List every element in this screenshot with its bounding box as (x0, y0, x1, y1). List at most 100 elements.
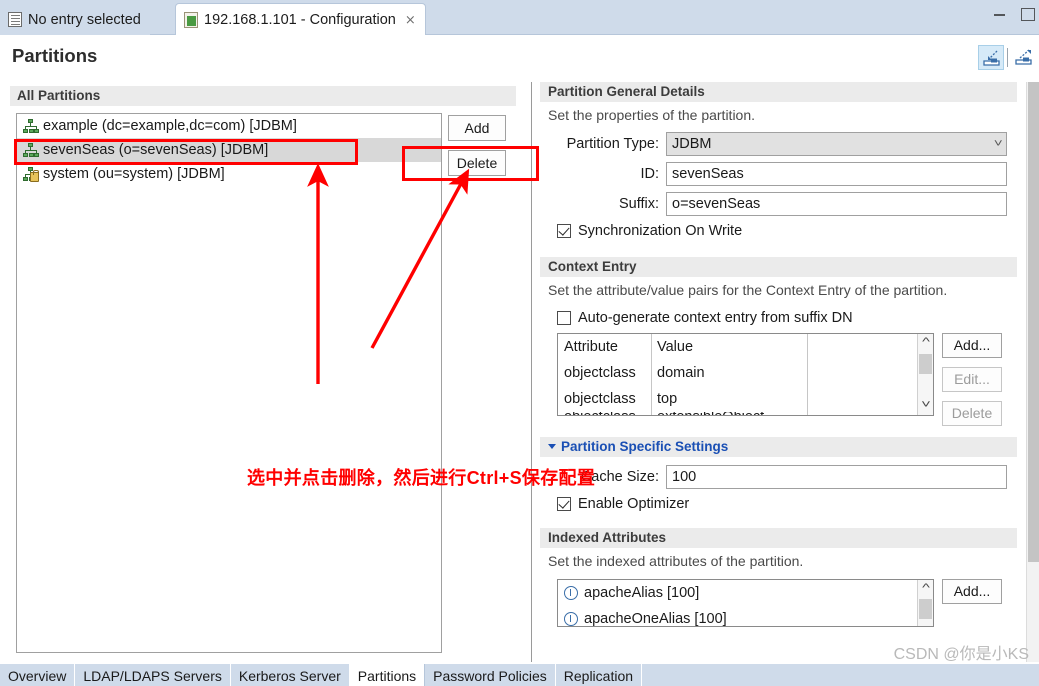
scroll-up-icon[interactable]: ^ (914, 581, 933, 596)
partition-type-value: JDBM (672, 135, 712, 152)
list-item[interactable]: system (ou=system) [JDBM] (17, 162, 441, 186)
page-scrollbar[interactable] (1026, 82, 1039, 662)
cell-attribute: objectclass (558, 412, 651, 415)
chevron-down-icon: ˅ (993, 137, 1003, 150)
list-item[interactable]: apacheOneAlias [100] (558, 606, 933, 627)
bottom-tab-partitions[interactable]: Partitions (349, 664, 426, 686)
page-header: Partitions (0, 35, 1039, 81)
sync-on-write-label: Synchronization On Write (578, 222, 743, 239)
general-details-header: Partition General Details (540, 82, 1017, 102)
bottom-tab-bar: Overview LDAP/LDAPS Servers Kerberos Ser… (0, 664, 1039, 686)
autogen-context-checkbox[interactable] (557, 310, 571, 325)
maximize-view-icon[interactable] (1011, 45, 1037, 70)
scrollbar-thumb[interactable] (919, 598, 932, 619)
list-item-label: sevenSeas (o=sevenSeas) [JDBM] (43, 142, 269, 158)
context-entry-header: Context Entry (540, 256, 1017, 277)
context-edit-button: Edit... (942, 366, 1002, 392)
list-item-label: apacheOneAlias [100] (584, 610, 727, 627)
list-item-label: example (dc=example,dc=com) [JDBM] (43, 118, 297, 134)
context-entry-area: Attribute Value objectclass domain objec… (557, 332, 1027, 426)
minimize-view-icon[interactable] (978, 44, 1004, 70)
index-icon (564, 585, 578, 600)
list-item[interactable]: sevenSeas (o=sevenSeas) [JDBM] (17, 138, 441, 162)
enable-optimizer-checkbox[interactable] (557, 496, 571, 511)
close-icon[interactable]: ⨯ (405, 13, 416, 26)
enable-optimizer-row[interactable]: Enable Optimizer (540, 496, 1027, 512)
cell-attribute: objectclass (564, 364, 636, 381)
list-item-label: apacheAlias [100] (584, 584, 700, 601)
chevron-down-icon (548, 444, 556, 450)
cell-value: extensibleObject (651, 412, 933, 415)
table-row[interactable]: objectclass top (558, 386, 933, 412)
autogen-context-label: Auto-generate context entry from suffix … (578, 309, 853, 326)
cache-size-row: Cache Size: 100 (540, 464, 1027, 489)
partition-specific-settings-link[interactable]: Partition Specific Settings (561, 439, 728, 454)
partition-type-row: Partition Type: JDBM ˅ (540, 131, 1027, 156)
watermark: CSDN @你是小KS (893, 646, 1029, 663)
index-add-button[interactable]: Add... (942, 578, 1002, 604)
context-add-button[interactable]: Add... (942, 332, 1002, 358)
index-icon (564, 611, 578, 626)
partition-details-panel: Partition General Details Set the proper… (540, 82, 1027, 627)
tab-no-entry-selected[interactable]: No entry selected (0, 4, 150, 35)
tab-configuration[interactable]: 192.168.1.101 - Configuration ⨯ (175, 3, 426, 35)
indexed-attributes-area: apacheAlias [100] apacheOneAlias [100] ^… (557, 578, 1027, 627)
application-window: No entry selected 192.168.1.101 - Config… (0, 0, 1039, 686)
partition-icon (23, 118, 39, 134)
column-header-value: Value (657, 338, 694, 355)
table-header-row: Attribute Value (558, 334, 933, 360)
table-row[interactable]: objectclass domain (558, 360, 933, 386)
column-header-attribute: Attribute (564, 338, 618, 355)
indexed-attributes-buttons: Add... (942, 578, 1002, 627)
bottom-tab-replication[interactable]: Replication (556, 664, 643, 686)
partition-type-select[interactable]: JDBM ˅ (666, 131, 1007, 156)
id-input[interactable]: sevenSeas (666, 161, 1007, 186)
add-partition-button[interactable]: Add (448, 115, 506, 141)
scroll-down-icon[interactable]: ˅ (914, 398, 933, 413)
tab-label: No entry selected (28, 11, 141, 28)
cell-attribute: objectclass (564, 390, 636, 407)
context-entry-description: Set the attribute/value pairs for the Co… (548, 281, 948, 298)
panel-divider[interactable] (531, 82, 532, 662)
id-row: ID: sevenSeas (540, 161, 1027, 186)
table-row[interactable]: objectclass extensibleObject (558, 412, 933, 415)
sync-on-write-row[interactable]: Synchronization On Write (540, 223, 1027, 239)
bottom-tab-overview[interactable]: Overview (0, 664, 76, 686)
context-entry-table[interactable]: Attribute Value objectclass domain objec… (557, 332, 934, 416)
delete-partition-button[interactable]: Delete (448, 150, 506, 176)
minimize-icon[interactable] (993, 8, 1007, 21)
cell-value: top (657, 390, 678, 407)
autogen-context-row[interactable]: Auto-generate context entry from suffix … (540, 310, 1027, 326)
suffix-input[interactable]: o=sevenSeas (666, 191, 1007, 216)
suffix-label: Suffix: (618, 195, 659, 212)
indexed-attributes-description: Set the indexed attributes of the partit… (548, 552, 804, 569)
context-entry-scrollbar[interactable]: ^ ˅ (914, 333, 933, 415)
partitions-list[interactable]: example (dc=example,dc=com) [JDBM] seven… (16, 113, 442, 653)
list-item-label: system (ou=system) [JDBM] (43, 166, 225, 182)
scroll-up-icon[interactable]: ^ (914, 335, 933, 350)
general-details-description: Set the properties of the partition. (548, 107, 756, 123)
window-controls (993, 8, 1035, 21)
header-toolbar (978, 44, 1037, 70)
partition-specific-settings-header[interactable]: Partition Specific Settings (540, 436, 1017, 457)
maximize-icon[interactable] (1021, 8, 1035, 21)
bottom-tab-kerberos-server[interactable]: Kerberos Server (231, 664, 350, 686)
cache-size-input[interactable]: 100 (666, 464, 1007, 489)
indexed-attributes-scrollbar[interactable]: ^ (914, 579, 933, 626)
bottom-tab-ldap-servers[interactable]: LDAP/LDAPS Servers (75, 664, 231, 686)
all-partitions-label: All Partitions (10, 86, 516, 106)
annotation-text: 选中并点击删除，然后进行Ctrl+S保存配置 (247, 468, 596, 488)
maximize-view-glyph (1015, 49, 1032, 65)
context-delete-button: Delete (942, 400, 1002, 426)
indexed-attributes-list[interactable]: apacheAlias [100] apacheOneAlias [100] ^ (557, 578, 934, 627)
scrollbar-thumb[interactable] (919, 353, 932, 374)
list-item[interactable]: example (dc=example,dc=com) [JDBM] (17, 114, 441, 138)
list-item[interactable]: apacheAlias [100] (558, 580, 933, 606)
partition-icon (23, 142, 39, 158)
entry-icon (8, 12, 22, 27)
bottom-tab-password-policies[interactable]: Password Policies (425, 664, 556, 686)
minimize-view-glyph (983, 50, 1000, 66)
cell-value: domain (657, 364, 705, 381)
scrollbar-thumb[interactable] (1028, 82, 1039, 562)
sync-on-write-checkbox[interactable] (557, 223, 571, 238)
